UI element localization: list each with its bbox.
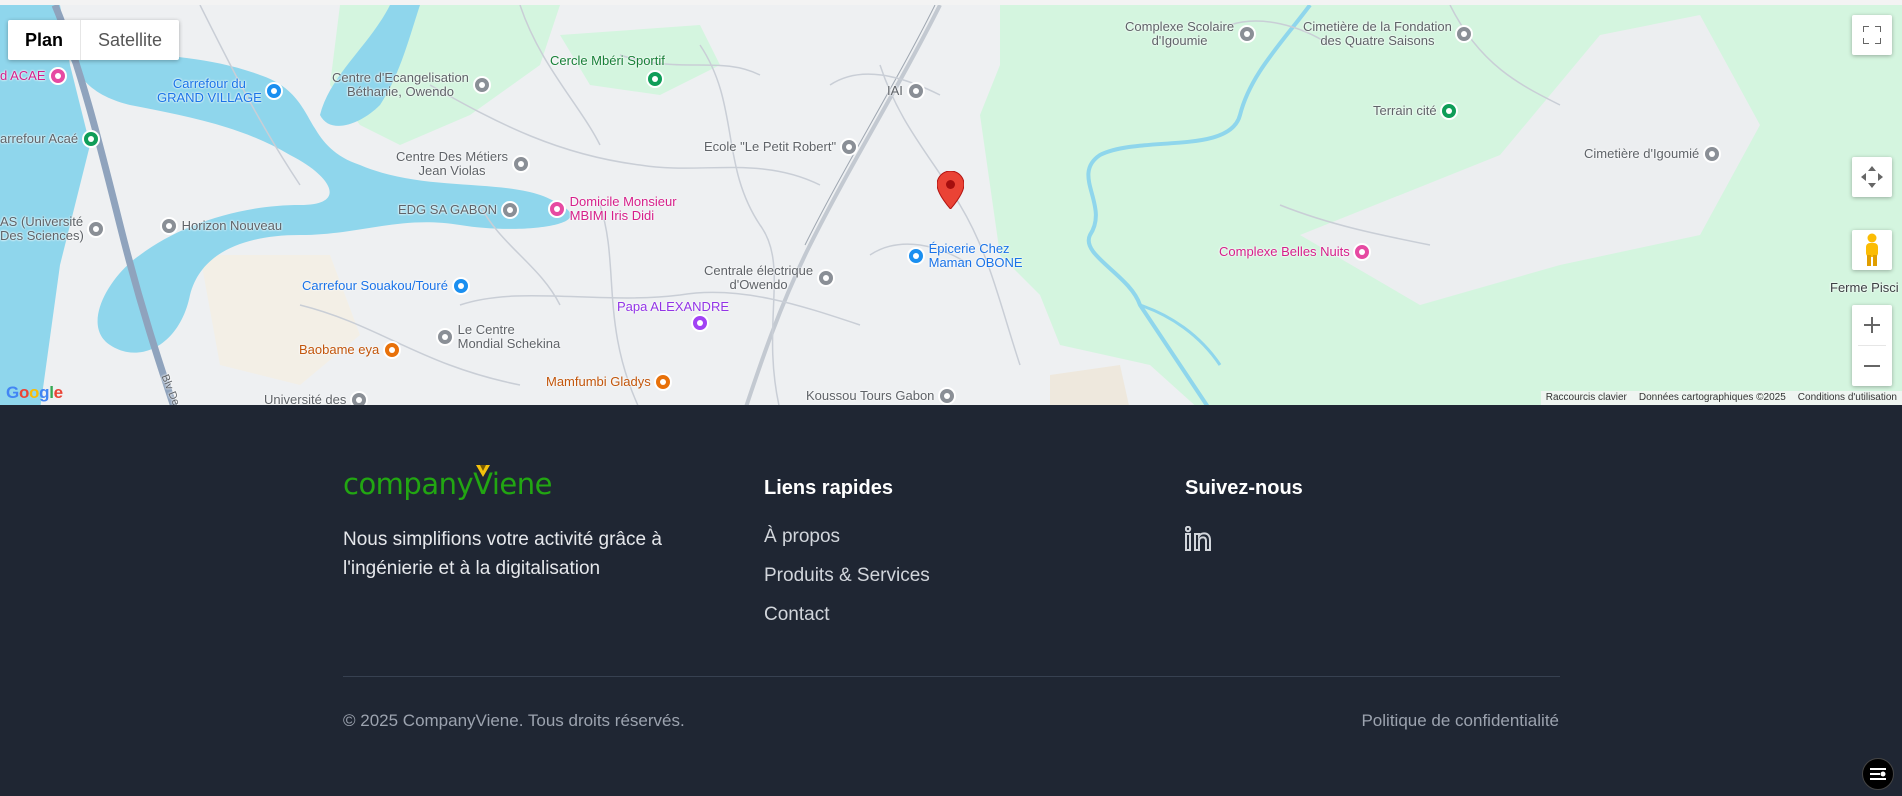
map-data-notice: Données cartographiques ©2025 [1638,392,1786,403]
nightlife-icon [1353,243,1372,261]
place-icon [938,387,957,405]
poi-carrefour-acae[interactable]: arrefour Acaé [0,130,100,148]
poi-domicile-mbimi[interactable]: Domicile Monsieur MBIMI Iris Didi [548,195,677,223]
zoom-out-button[interactable] [1852,346,1892,386]
poi-centre-metiers[interactable]: Centre Des Métiers Jean Violas [396,150,530,178]
place-icon [906,82,925,100]
company-tagline: Nous simplifions votre activité grâce à … [343,529,662,579]
poi-koussou-tours[interactable]: Koussou Tours Gabon [806,387,957,405]
map-attribution: Raccourcis clavier Données cartographiqu… [1540,391,1902,405]
school-icon [1237,25,1256,43]
camera-move-icon [1861,166,1883,188]
settings-lines-icon [1870,768,1886,780]
poi-terrain-cite[interactable]: Terrain cité [1373,102,1459,120]
poi-complexe-scolaire[interactable]: Complexe Scolaire d'Igoumie [1125,20,1256,48]
link-about[interactable]: À propos [764,517,930,556]
poi-papa-alexandre[interactable]: Papa ALEXANDRE [617,300,729,332]
pin-icon [646,70,664,88]
keyboard-shortcuts-link[interactable]: Raccourcis clavier [1546,391,1627,405]
linkedin-icon [1184,525,1211,551]
church-icon [436,328,454,346]
roundabout-icon [81,130,100,148]
follow-us-heading: Suivez-nous [1185,477,1303,499]
poi-carrefour-souakou[interactable]: Carrefour Souakou/Touré [302,277,470,295]
copyright-text: © 2025 CompanyViene. Tous droits réservé… [343,711,685,730]
linkedin-link[interactable] [1184,525,1212,556]
school-icon [350,391,368,405]
school-icon [511,155,530,173]
poi-cimetiere-igoumie[interactable]: Cimetière d'Igoumié [1584,145,1721,163]
shop-icon [691,314,709,332]
school-icon [87,220,106,238]
link-products-services[interactable]: Produits & Services [764,556,930,595]
footer-divider [343,676,1560,677]
hotel-icon [49,67,68,85]
poi-complexe-belles-nuits[interactable]: Complexe Belles Nuits [1219,243,1372,261]
restaurant-icon [654,373,673,391]
street-view-pegman-button[interactable] [1852,230,1892,270]
map-type-plan-button[interactable]: Plan [8,20,82,60]
poi-universite-sciences[interactable]: AS (Université Des Sciences) [0,215,106,243]
terms-of-use-link[interactable]: Conditions d'utilisation [1798,391,1897,405]
site-footer: company Viene Nous simplifions votre acti… [0,405,1902,796]
poi-mamfumbi-gladys[interactable]: Mamfumbi Gladys [546,373,673,391]
shop-icon [265,82,284,100]
poi-universite-des[interactable]: Université des [264,391,368,405]
park-icon [1440,102,1459,120]
accessibility-widget-button[interactable] [1862,758,1894,790]
poi-edg-gabon[interactable]: EDG SA GABON [398,201,519,219]
place-icon [160,217,178,235]
poi-cimetiere-fondation[interactable]: Cimetière de la Fondation des Quatre Sai… [1303,20,1474,48]
logo-accent-icon [476,465,491,477]
company-logo[interactable]: company Viene [343,465,683,501]
map-embed[interactable]: Cercle Mbéri Sportif Complexe Scolaire d… [0,0,1902,405]
place-icon [500,201,519,219]
poi-cercle-mberi[interactable]: Cercle Mbéri Sportif [550,54,665,88]
shop-icon [451,277,470,295]
link-contact[interactable]: Contact [764,595,930,634]
map-type-control: Plan Satellite [8,20,180,60]
fullscreen-button[interactable] [1852,15,1892,55]
map-type-satellite-button[interactable]: Satellite [81,20,179,60]
poi-epicerie-obone[interactable]: Épicerie Chez Maman OBONE [907,242,1023,270]
place-icon [816,269,835,287]
hotel-icon [548,200,566,218]
poi-ferme-pisci[interactable]: Ferme Pisci [1830,280,1899,295]
footer-quick-links-column: Liens rapides À propos Produits & Servic… [764,467,930,634]
minus-icon [1864,365,1880,367]
privacy-policy-link[interactable]: Politique de confidentialité [1361,711,1559,731]
shop-icon [907,247,925,265]
plus-icon [1864,317,1880,333]
quick-links-nav: À propos Produits & Services Contact [764,517,930,634]
poi-centrale-electrique[interactable]: Centrale électrique d'Owendo [704,264,835,292]
footer-brand-column: company Viene Nous simplifions votre acti… [343,465,683,583]
poi-carrefour-grand-village[interactable]: Carrefour du GRAND VILLAGE [157,77,284,105]
footer-social-column: Suivez-nous [1184,467,1303,556]
bar-icon [382,341,401,359]
cemetery-icon [1702,145,1721,163]
poi-centre-mondial[interactable]: Le Centre Mondial Schekina [436,323,560,351]
church-icon [472,76,491,94]
poi-ecole-petit-robert[interactable]: Ecole "Le Petit Robert" [704,138,858,156]
google-logo[interactable]: Google [6,383,63,403]
zoom-in-button[interactable] [1852,305,1892,345]
poi-acae[interactable]: d ACAE [0,67,68,85]
school-icon [839,138,858,156]
poi-baobame-eya[interactable]: Baobame eya [299,341,401,359]
poi-horizon-nouveau[interactable]: Horizon Nouveau [160,217,282,235]
quick-links-heading: Liens rapides [764,477,893,499]
location-marker-icon[interactable] [936,170,965,214]
cemetery-icon [1455,25,1474,43]
fullscreen-icon [1863,26,1881,44]
zoom-control [1852,305,1892,386]
pegman-icon [1866,233,1878,266]
camera-control-button[interactable] [1852,157,1892,197]
poi-iai[interactable]: IAI [887,82,925,100]
poi-centre-ecangelisation[interactable]: Centre d'Ecangelisation Béthanie, Owendo [332,71,491,99]
